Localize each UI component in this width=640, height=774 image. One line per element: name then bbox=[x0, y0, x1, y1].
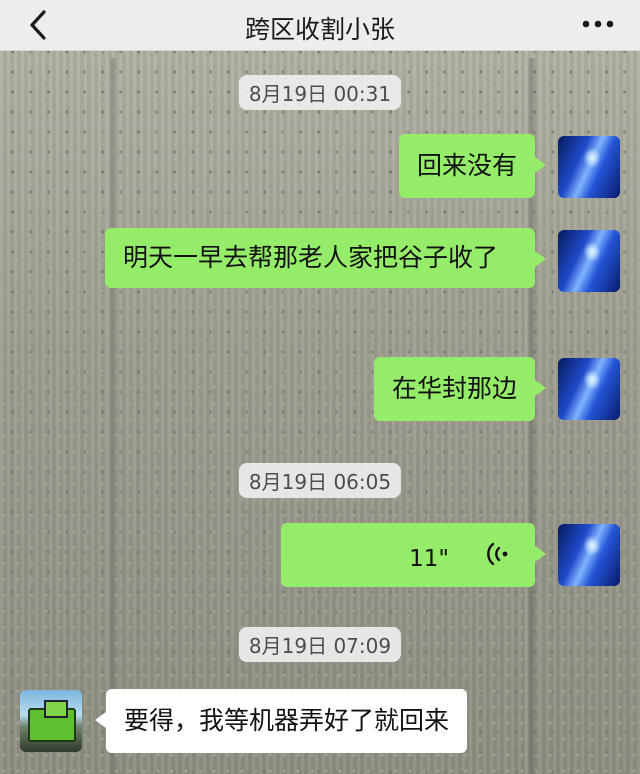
message-bubble-sent[interactable]: 明天一早去帮那老人家把谷子收了 bbox=[105, 228, 546, 288]
message-bubble-received[interactable]: 要得，我等机器弄好了就回来 bbox=[94, 689, 468, 753]
glass-streak bbox=[108, 58, 118, 774]
my-avatar[interactable] bbox=[558, 230, 620, 292]
contact-avatar[interactable] bbox=[20, 690, 82, 752]
chat-header: 跨区收割小张 bbox=[0, 0, 640, 51]
voice-duration: 11" bbox=[409, 546, 449, 572]
message-text: 在华封那边 bbox=[391, 374, 517, 403]
message-text: 要得，我等机器弄好了就回来 bbox=[124, 706, 450, 735]
voice-wave-icon bbox=[487, 542, 508, 566]
my-avatar[interactable] bbox=[558, 524, 620, 586]
message-text: 回来没有 bbox=[416, 151, 517, 180]
more-horizontal-icon[interactable] bbox=[578, 12, 618, 36]
message-text: 明天一早去帮那老人家把谷子收了 bbox=[123, 243, 499, 272]
timestamp: 8月19日 00:31 bbox=[238, 75, 402, 110]
chat-title: 跨区收割小张 bbox=[244, 15, 395, 44]
my-avatar[interactable] bbox=[558, 136, 620, 198]
my-avatar[interactable] bbox=[558, 358, 620, 420]
message-bubble-sent[interactable]: 在华封那边 bbox=[373, 357, 547, 421]
timestamp: 8月19日 07:09 bbox=[238, 627, 402, 662]
voice-message-bubble[interactable]: 11" bbox=[281, 523, 546, 587]
message-bubble-sent[interactable]: 回来没有 bbox=[398, 134, 547, 198]
timestamp: 8月19日 06:05 bbox=[238, 463, 402, 498]
